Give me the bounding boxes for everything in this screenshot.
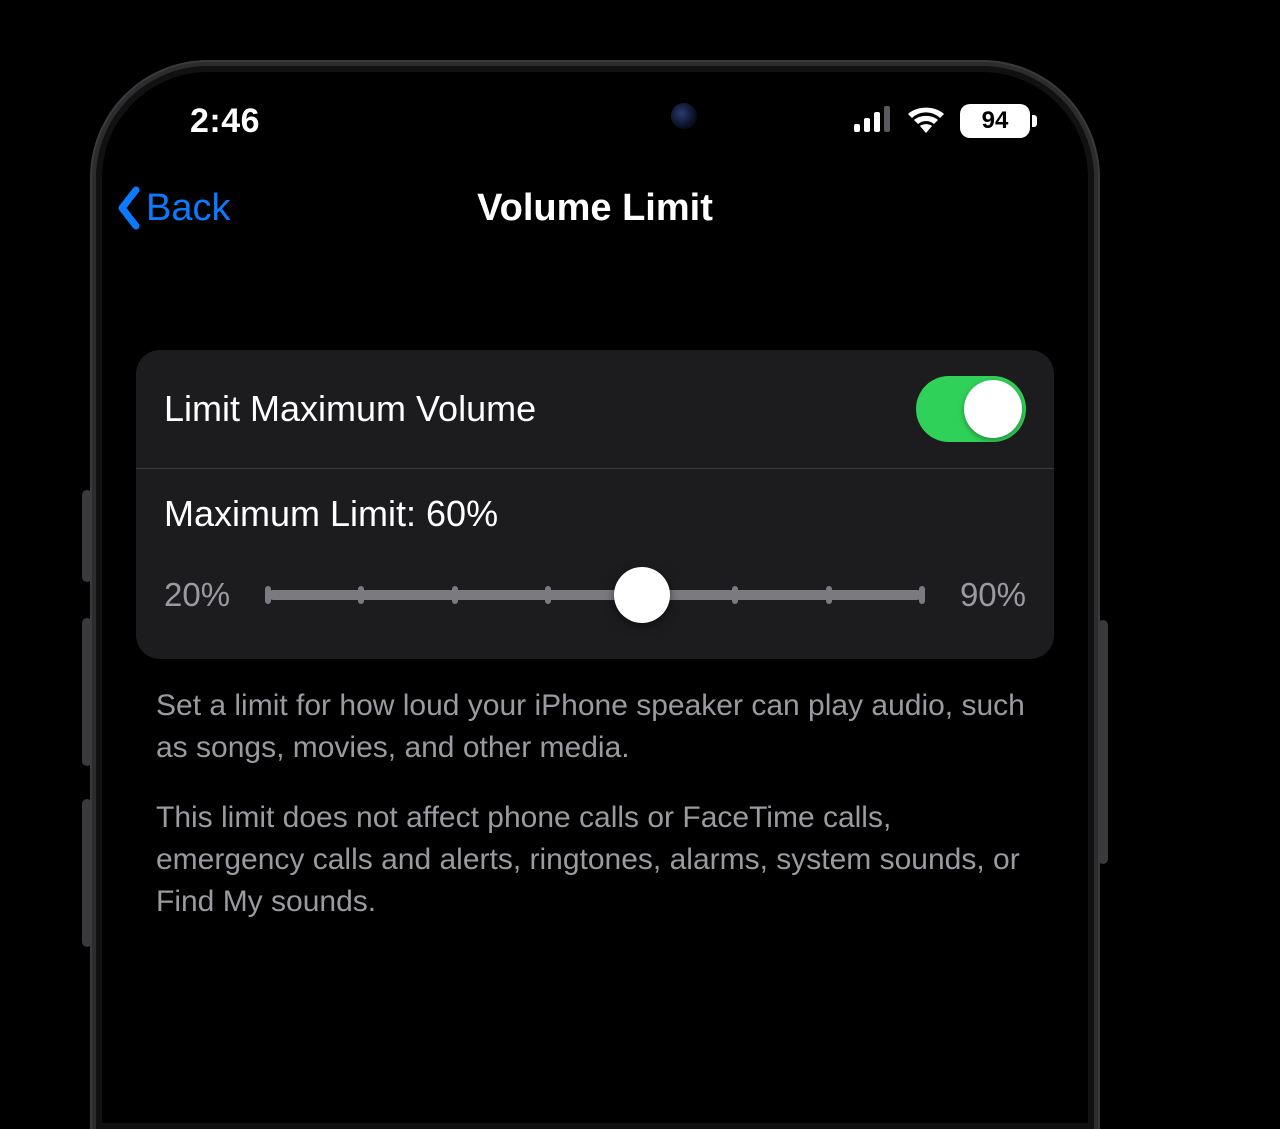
slider-tick <box>919 586 925 604</box>
volume-limit-slider[interactable] <box>268 565 922 625</box>
frame-side-button <box>82 490 92 582</box>
page-title: Volume Limit <box>96 187 1094 230</box>
slider-tick <box>545 586 551 604</box>
limit-toggle[interactable] <box>916 376 1026 442</box>
settings-card: Limit Maximum Volume Maximum Limit: 60% … <box>136 350 1054 659</box>
frame-side-button <box>1098 620 1108 864</box>
slider-tick <box>732 586 738 604</box>
slider-min-label: 20% <box>164 576 242 614</box>
maximum-limit-row: Maximum Limit: 60% 20% 90% <box>136 469 1054 659</box>
status-time: 2:46 <box>190 102 260 141</box>
back-button[interactable]: Back <box>114 186 230 230</box>
slider-tick <box>358 586 364 604</box>
limit-maximum-volume-row[interactable]: Limit Maximum Volume <box>136 350 1054 469</box>
frame-side-button <box>82 618 92 766</box>
slider-thumb[interactable] <box>614 567 670 623</box>
maximum-limit-label: Maximum Limit: 60% <box>164 493 1026 535</box>
battery-indicator: 94 <box>960 104 1030 138</box>
wifi-icon <box>906 105 946 138</box>
footer-paragraph-2: This limit does not affect phone calls o… <box>156 797 1034 923</box>
slider-tick <box>826 586 832 604</box>
slider-tick <box>452 586 458 604</box>
toggle-knob <box>964 380 1022 438</box>
back-label: Back <box>146 187 230 230</box>
cellular-signal-icon <box>854 106 892 137</box>
footer-paragraph-1: Set a limit for how loud your iPhone spe… <box>156 685 1034 769</box>
frame-side-button <box>82 799 92 947</box>
footer-description: Set a limit for how loud your iPhone spe… <box>156 685 1034 923</box>
front-camera-icon <box>671 103 697 129</box>
slider-max-label: 90% <box>948 576 1026 614</box>
phone-frame: 2:46 <box>92 62 1098 1129</box>
dynamic-island <box>453 86 737 146</box>
battery-percent: 94 <box>982 107 1009 135</box>
chevron-left-icon <box>114 186 144 230</box>
slider-tick <box>265 586 271 604</box>
navigation-bar: Back Volume Limit <box>96 158 1094 268</box>
limit-toggle-label: Limit Maximum Volume <box>164 388 536 430</box>
